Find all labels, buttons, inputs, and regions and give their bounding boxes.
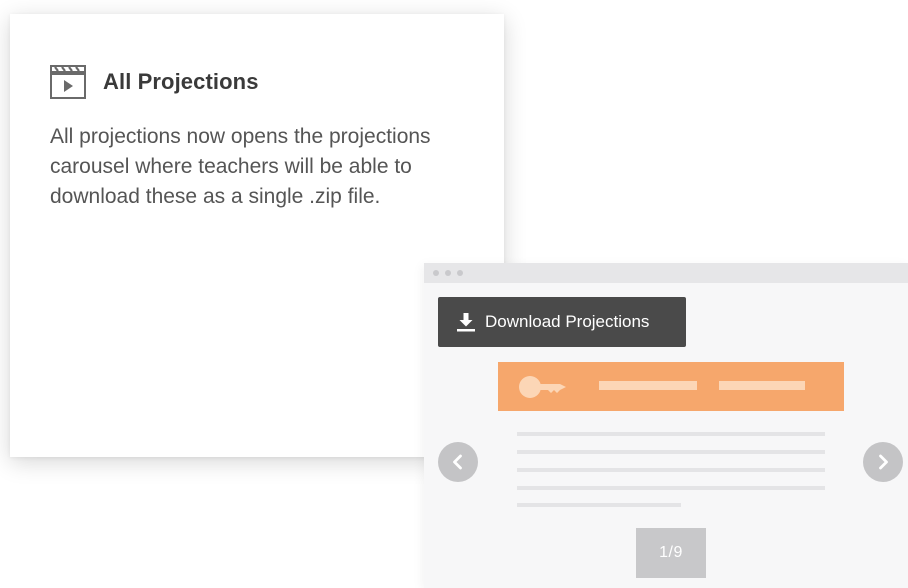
window-dot-icon [433,270,439,276]
banner-text-bar [599,381,697,390]
chevron-left-icon [453,454,462,470]
browser-window: Download Projections 1/9 [424,263,908,588]
card-description: All projections now opens the projection… [50,125,431,208]
page-indicator: 1/9 [636,528,706,578]
text-line [517,486,825,490]
banner-text-bar [719,381,805,390]
chevron-right-icon [879,454,888,470]
browser-title-bar [424,263,908,283]
card-header: All Projections [50,64,259,100]
carousel-next-button[interactable] [863,442,903,482]
slide-banner [498,362,844,411]
text-line [517,503,681,507]
key-icon [519,376,566,398]
download-icon [457,313,475,332]
text-line [517,432,825,436]
window-dot-icon [457,270,463,276]
text-line [517,468,825,472]
download-button-label: Download Projections [485,312,650,331]
card-title: All Projections [103,69,259,94]
window-dot-icon [445,270,451,276]
download-projections-button[interactable]: Download Projections [438,297,686,347]
carousel-prev-button[interactable] [438,442,478,482]
film-clapper-icon [50,65,86,99]
text-line [517,450,825,454]
